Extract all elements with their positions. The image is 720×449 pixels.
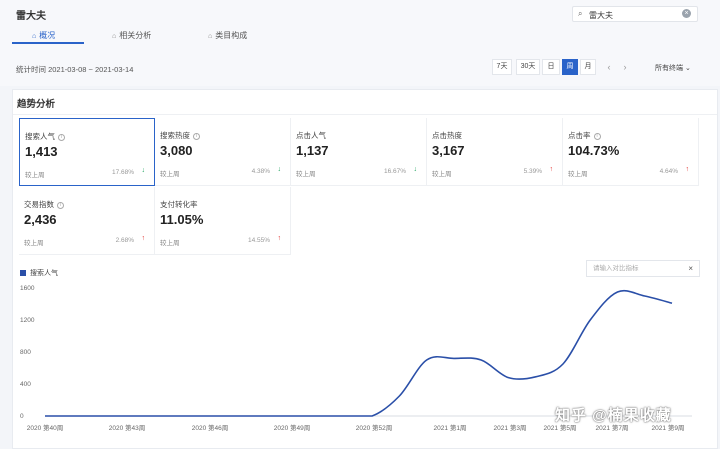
top-bar: 雷大夫 ⌕ 雷大夫 × ⌂ 概况 ⌂ 相关分析 ⌂ 类目构成 统计时间 2021-03…: [0, 0, 720, 86]
search-icon: ⌕: [578, 9, 583, 18]
data-point[interactable]: [671, 302, 673, 304]
next-icon[interactable]: ›: [618, 59, 632, 75]
date-range: 统计时间 2021-03-08 ~ 2021-03-14: [16, 65, 134, 74]
data-point[interactable]: [317, 415, 319, 417]
home-icon: ⌂: [208, 33, 213, 40]
search-input[interactable]: 雷大夫: [589, 10, 613, 21]
data-point[interactable]: [126, 415, 128, 417]
y-tick-label: 800: [20, 349, 31, 356]
data-point[interactable]: [344, 415, 346, 417]
data-point[interactable]: [180, 415, 182, 417]
period-7d[interactable]: 7天: [492, 59, 512, 75]
data-point[interactable]: [235, 415, 237, 417]
watermark: 知乎 @楠果收藏: [555, 407, 672, 424]
data-point[interactable]: [453, 357, 455, 359]
data-point[interactable]: [562, 363, 564, 365]
y-tick-label: 1200: [20, 317, 35, 324]
tab-related-analysis[interactable]: ⌂ 相关分析: [112, 30, 151, 41]
data-point[interactable]: [644, 295, 646, 297]
tab-overview[interactable]: ⌂ 概况: [32, 30, 55, 41]
x-tick-label: 2020 第43周: [109, 423, 146, 432]
y-tick-label: 1600: [20, 285, 35, 292]
x-tick-label: 2020 第52周: [356, 423, 393, 432]
series-line-search-popularity[interactable]: [44, 289, 673, 417]
chevron-down-icon: ⌄: [684, 65, 691, 72]
data-point[interactable]: [426, 359, 428, 361]
period-30d[interactable]: 30天: [516, 59, 540, 75]
prev-icon[interactable]: ‹: [602, 59, 616, 75]
terminal-select[interactable]: 所有终端 ⌄: [655, 63, 691, 73]
data-point[interactable]: [398, 395, 400, 397]
data-point[interactable]: [208, 415, 210, 417]
search-box[interactable]: ⌕ 雷大夫 ×: [572, 6, 698, 22]
y-tick-label: 400: [20, 381, 31, 388]
data-point[interactable]: [371, 415, 373, 417]
x-tick-label: 2020 第49周: [274, 423, 311, 432]
x-tick-label: 2020 第40周: [27, 423, 64, 432]
home-icon: ⌂: [32, 33, 37, 40]
x-tick-label: 2021 第3周: [494, 423, 527, 432]
x-tick-label: 2021 第1周: [434, 423, 467, 432]
page-title: 雷大夫: [16, 11, 46, 22]
period-month[interactable]: 月: [580, 59, 596, 75]
y-tick-label: 0: [20, 413, 24, 420]
data-point[interactable]: [262, 415, 264, 417]
data-point[interactable]: [153, 415, 155, 417]
trend-chart: 0 400 800 1200 1600 2020 第40周 2020 第43周 2020 第4…: [20, 285, 692, 432]
data-point[interactable]: [99, 415, 101, 417]
x-tick-label: 2020 第46周: [192, 423, 229, 432]
tab-category-composition[interactable]: ⌂ 类目构成: [208, 30, 247, 41]
data-point[interactable]: [71, 415, 73, 417]
data-point[interactable]: [480, 359, 482, 361]
home-icon: ⌂: [112, 33, 117, 40]
data-point[interactable]: [44, 415, 46, 417]
period-week[interactable]: 周: [562, 59, 578, 75]
active-tab-indicator: [12, 42, 84, 44]
data-point[interactable]: [535, 376, 537, 378]
data-point[interactable]: [507, 377, 509, 379]
period-day[interactable]: 日: [542, 59, 560, 75]
clear-icon[interactable]: ×: [682, 9, 691, 18]
data-point[interactable]: [616, 291, 618, 293]
data-point[interactable]: [289, 415, 291, 417]
data-point[interactable]: [589, 319, 591, 321]
